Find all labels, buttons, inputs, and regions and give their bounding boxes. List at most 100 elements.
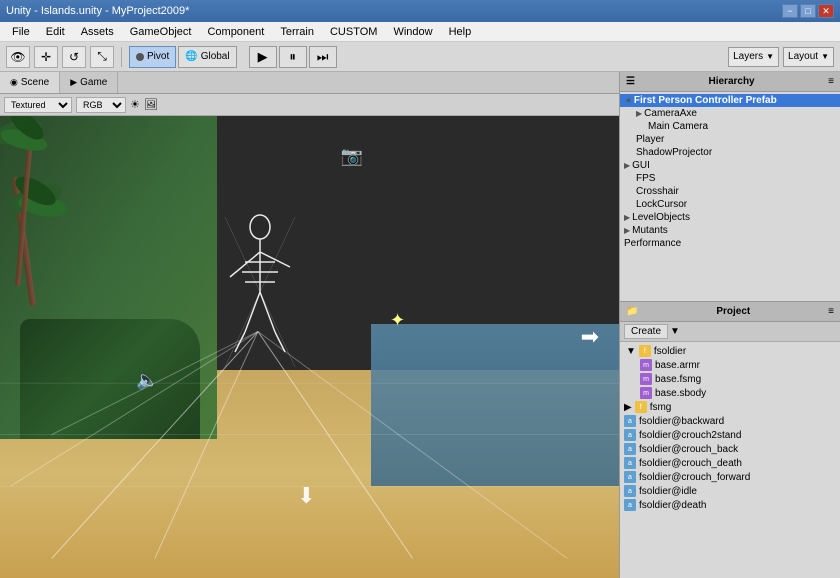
pivot-button[interactable]: Pivot xyxy=(129,46,176,68)
crouch-back-anim-icon: a xyxy=(624,443,636,455)
maximize-button[interactable]: □ xyxy=(800,4,816,18)
global-label: Global xyxy=(201,51,230,62)
close-button[interactable]: ✕ xyxy=(818,4,834,18)
hierarchy-panel: ☰ Hierarchy ≡ ▼ First Person Controller … xyxy=(620,72,840,302)
project-item-base-sbody[interactable]: m base.sbody xyxy=(620,386,840,400)
project-item-fsmg[interactable]: ▶ f fsmg xyxy=(620,400,840,414)
menu-file[interactable]: File xyxy=(4,22,38,42)
menu-terrain[interactable]: Terrain xyxy=(272,22,322,42)
scale-tool-button[interactable]: ⤡ xyxy=(90,46,114,68)
eye-tool-button[interactable]: 👁 xyxy=(6,46,30,68)
hierarchy-item-fpc[interactable]: ▼ First Person Controller Prefab xyxy=(620,94,840,107)
project-item-fsoldier-crouch2stand[interactable]: a fsoldier@crouch2stand xyxy=(620,428,840,442)
hierarchy-title: Hierarchy xyxy=(708,76,754,87)
hierarchy-icon: ☰ xyxy=(626,76,635,87)
project-item-fsoldier[interactable]: ▼ f fsoldier xyxy=(620,344,840,358)
fsmg-arrow: ▶ xyxy=(624,402,632,413)
title-bar: Unity - Islands.unity - MyProject2009* −… xyxy=(0,0,840,22)
hierarchy-arrow-mutants: ▶ xyxy=(624,226,630,235)
backward-label: fsoldier@backward xyxy=(639,416,724,427)
menu-edit[interactable]: Edit xyxy=(38,22,73,42)
minimize-button[interactable]: − xyxy=(782,4,798,18)
toolbar-separator-1 xyxy=(121,47,122,67)
hierarchy-label-crosshair: Crosshair xyxy=(636,186,679,197)
pivot-global-group: Pivot 🌐 Global xyxy=(129,46,237,68)
layout-arrow-icon: ▼ xyxy=(821,52,829,61)
create-button[interactable]: Create xyxy=(624,324,668,339)
project-item-fsoldier-crouch-death[interactable]: a fsoldier@crouch_death xyxy=(620,456,840,470)
menu-gameobject[interactable]: GameObject xyxy=(122,22,200,42)
main-area: ◉ Scene ▶ Game Textured Wireframe RGB Al… xyxy=(0,72,840,578)
rotate-tool-button[interactable]: ↺ xyxy=(62,46,86,68)
hierarchy-item-gui[interactable]: ▶ GUI xyxy=(620,159,840,172)
menu-component[interactable]: Component xyxy=(199,22,272,42)
hierarchy-item-player[interactable]: Player xyxy=(620,133,840,146)
base-sbody-label: base.sbody xyxy=(655,388,706,399)
hierarchy-item-cameraAxe[interactable]: ▶ CameraAxe xyxy=(620,107,840,120)
create-bar: Create ▼ xyxy=(620,322,840,342)
project-item-fsoldier-death[interactable]: a fsoldier@death xyxy=(620,498,840,512)
viewport-area: ◉ Scene ▶ Game Textured Wireframe RGB Al… xyxy=(0,72,620,578)
crouch-death-anim-icon: a xyxy=(624,457,636,469)
play-button[interactable]: ▶ xyxy=(249,46,277,68)
speaker-icon-scene: 🔈 xyxy=(136,370,158,391)
hierarchy-item-mutants[interactable]: ▶ Mutants xyxy=(620,224,840,237)
project-item-base-fsmg[interactable]: m base.fsmg xyxy=(620,372,840,386)
channel-select[interactable]: RGB Alpha xyxy=(76,97,126,113)
tab-game[interactable]: ▶ Game xyxy=(60,72,118,93)
project-list: ▼ f fsoldier m base.armr m base.fsmg m b… xyxy=(620,342,840,578)
right-panel: ☰ Hierarchy ≡ ▼ First Person Controller … xyxy=(620,72,840,578)
menu-assets[interactable]: Assets xyxy=(73,22,122,42)
hierarchy-item-crosshair[interactable]: Crosshair xyxy=(620,185,840,198)
camera-icon-scene: 📷 xyxy=(340,146,362,167)
hierarchy-item-lockCursor[interactable]: LockCursor xyxy=(620,198,840,211)
hierarchy-item-mainCamera[interactable]: Main Camera xyxy=(620,120,840,133)
image-vc-icon[interactable]: 🖼 xyxy=(144,98,158,111)
hierarchy-menu-icon[interactable]: ≡ xyxy=(828,76,834,87)
crouch-back-label: fsoldier@crouch_back xyxy=(639,444,738,455)
tab-scene[interactable]: ◉ Scene xyxy=(0,72,60,93)
move-tool-button[interactable]: ✛ xyxy=(34,46,58,68)
hierarchy-label-cameraAxe: CameraAxe xyxy=(644,108,697,119)
project-item-fsoldier-backward[interactable]: a fsoldier@backward xyxy=(620,414,840,428)
hierarchy-item-shadowProjector[interactable]: ShadowProjector xyxy=(620,146,840,159)
hierarchy-arrow-gui: ▶ xyxy=(624,161,630,170)
base-fsmg-icon: m xyxy=(640,373,652,385)
pause-button[interactable]: ⏸ xyxy=(279,46,307,68)
project-item-fsoldier-idle[interactable]: a fsoldier@idle xyxy=(620,484,840,498)
hierarchy-item-fps[interactable]: FPS xyxy=(620,172,840,185)
menu-help[interactable]: Help xyxy=(441,22,480,42)
global-icon: 🌐 xyxy=(185,51,197,62)
layout-dropdown[interactable]: Layout ▼ xyxy=(783,47,834,67)
fsoldier-label: fsoldier xyxy=(654,346,686,357)
death-anim-icon: a xyxy=(624,499,636,511)
hierarchy-item-levelObjects[interactable]: ▶ LevelObjects xyxy=(620,211,840,224)
scene-view[interactable]: 📷 xyxy=(0,116,619,578)
crouch-forward-anim-icon: a xyxy=(624,471,636,483)
shading-select[interactable]: Textured Wireframe xyxy=(4,97,72,113)
project-menu-icon[interactable]: ≡ xyxy=(828,306,834,317)
project-title: Project xyxy=(716,306,750,317)
hierarchy-label-performance: Performance xyxy=(624,238,681,249)
hierarchy-label-mutants: Mutants xyxy=(632,225,668,236)
sun-icon-scene: ✦ xyxy=(390,310,405,331)
character-wireframe xyxy=(220,212,300,372)
sun-vc-icon[interactable]: ☀ xyxy=(130,98,140,111)
project-item-fsoldier-crouch-back[interactable]: a fsoldier@crouch_back xyxy=(620,442,840,456)
layers-dropdown[interactable]: Layers ▼ xyxy=(728,47,779,67)
base-armr-icon: m xyxy=(640,359,652,371)
project-item-fsoldier-crouch-forward[interactable]: a fsoldier@crouch_forward xyxy=(620,470,840,484)
hierarchy-item-performance[interactable]: Performance xyxy=(620,237,840,250)
hierarchy-label-lockCursor: LockCursor xyxy=(636,199,687,210)
project-item-base-armr[interactable]: m base.armr xyxy=(620,358,840,372)
hierarchy-label-fps: FPS xyxy=(636,173,655,184)
menu-window[interactable]: Window xyxy=(385,22,440,42)
project-panel: 📁 Project ≡ Create ▼ ▼ f fsoldier m base… xyxy=(620,302,840,578)
base-sbody-icon: m xyxy=(640,387,652,399)
step-button[interactable]: ⏭ xyxy=(309,46,337,68)
idle-label: fsoldier@idle xyxy=(639,486,697,497)
scene-tab-label: Scene xyxy=(21,77,49,88)
global-button[interactable]: 🌐 Global xyxy=(178,46,236,68)
menu-custom[interactable]: CUSTOM xyxy=(322,22,385,42)
pivot-label: Pivot xyxy=(147,51,169,62)
